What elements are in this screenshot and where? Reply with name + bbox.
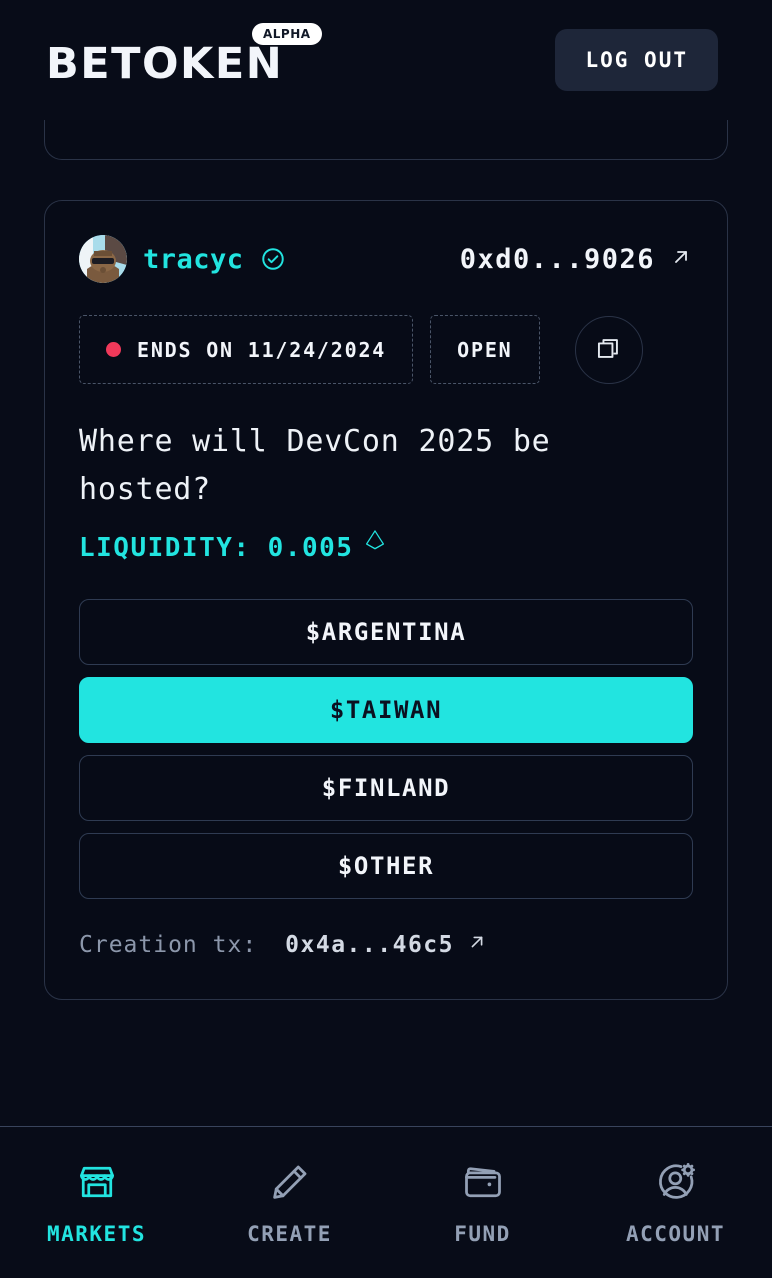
creation-tx-link[interactable]: 0x4a...46c5	[285, 931, 488, 959]
option-button-2[interactable]: $FINLAND	[79, 755, 693, 821]
creator-username: tracyc	[143, 243, 244, 275]
copy-button[interactable]	[574, 315, 643, 384]
copy-icon	[595, 335, 622, 365]
avatar	[79, 235, 127, 283]
option-button-1[interactable]: $TAIWAN	[79, 677, 693, 743]
ends-on-label: ENDS ON 11/24/2024	[137, 337, 387, 362]
user-gear-icon	[654, 1160, 698, 1208]
creation-tx-row: Creation tx: 0x4a...46c5	[79, 931, 693, 959]
app-root: BETOKEN ALPHA LOG OUT tracyc 0xd0...9026…	[0, 0, 772, 1278]
check-circle-icon	[260, 246, 286, 272]
market-address: 0xd0...9026	[459, 243, 655, 275]
option-button-3[interactable]: $OTHER	[79, 833, 693, 899]
nav-label-account: ACCOUNT	[625, 1221, 725, 1246]
market-badges-row: ENDS ON 11/24/2024 OPEN	[79, 315, 693, 384]
external-link-arrow-icon	[466, 931, 488, 959]
external-link-arrow-icon	[669, 245, 693, 273]
market-liquidity: LIQUIDITY: 0.005	[79, 530, 693, 565]
brand-logo[interactable]: BETOKEN ALPHA	[46, 22, 322, 85]
market-options: $ARGENTINA $TAIWAN $FINLAND $OTHER	[79, 599, 693, 899]
logout-button[interactable]: LOG OUT	[555, 29, 718, 91]
liquidity-label: LIQUIDITY: 0.005	[79, 532, 354, 563]
status-dot-icon	[106, 342, 121, 357]
market-user-row: tracyc 0xd0...9026	[79, 235, 693, 283]
market-card: tracyc 0xd0...9026 ENDS ON 11/24/2024 OP…	[44, 200, 728, 1000]
creation-tx-label: Creation tx:	[79, 932, 258, 958]
markets-scroll-area[interactable]: tracyc 0xd0...9026 ENDS ON 11/24/2024 OP…	[0, 120, 772, 1126]
market-question: Where will DevCon 2025 be hosted?	[79, 424, 551, 507]
ethereum-icon	[363, 530, 387, 565]
app-header: BETOKEN ALPHA LOG OUT	[0, 0, 772, 120]
market-address-link[interactable]: 0xd0...9026	[460, 244, 693, 275]
nav-item-markets[interactable]: MARKETS	[0, 1160, 193, 1246]
nav-item-create[interactable]: CREATE	[193, 1160, 386, 1246]
ends-on-badge: ENDS ON 11/24/2024	[79, 315, 414, 384]
brand-title: BETOKEN	[46, 38, 284, 89]
status-badge: OPEN	[430, 315, 540, 384]
nav-label-fund: FUND	[454, 1221, 511, 1246]
wallet-icon	[461, 1160, 505, 1208]
storefront-icon	[75, 1160, 119, 1208]
nav-label-create: CREATE	[247, 1221, 332, 1246]
pencil-icon	[268, 1160, 312, 1208]
creation-tx-value: 0x4a...46c5	[285, 932, 454, 958]
market-creator[interactable]: tracyc	[79, 235, 286, 283]
bottom-navigation: MARKETS CREATE FUND ACCOUNT	[0, 1126, 772, 1278]
nav-label-markets: MARKETS	[46, 1221, 146, 1246]
alpha-badge: ALPHA	[252, 22, 322, 45]
nav-item-account[interactable]: ACCOUNT	[579, 1160, 772, 1246]
option-button-0[interactable]: $ARGENTINA	[79, 599, 693, 665]
market-card-previous-partial[interactable]	[44, 120, 728, 160]
nav-item-fund[interactable]: FUND	[386, 1160, 579, 1246]
